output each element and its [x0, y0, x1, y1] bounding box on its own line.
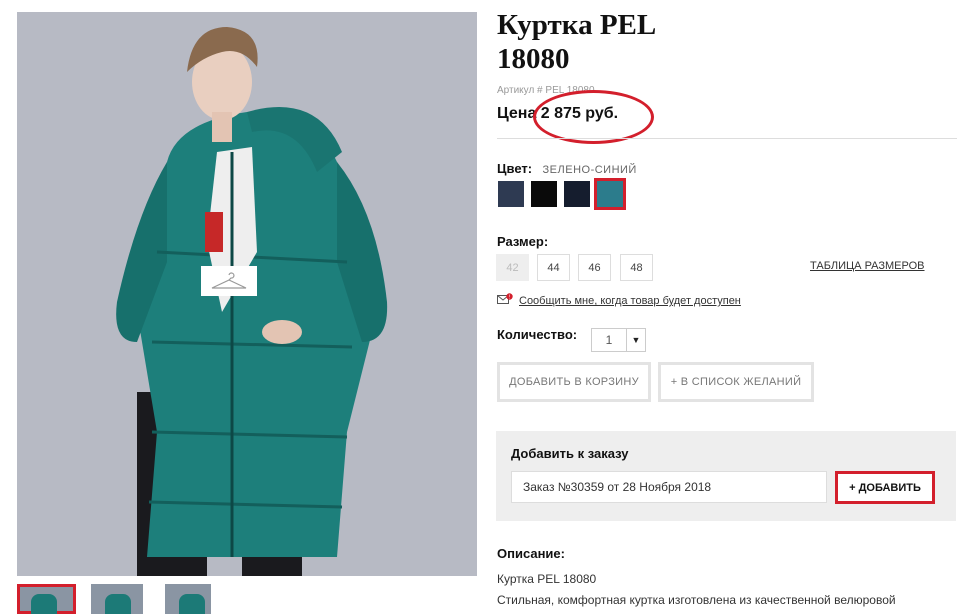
description-label: Описание: — [497, 546, 565, 561]
quantity-select[interactable]: 1 ▼ — [591, 328, 646, 352]
product-title-line2: 18080 — [497, 43, 570, 75]
hanger-icon[interactable] — [201, 266, 257, 296]
color-swatch-1[interactable] — [498, 181, 524, 207]
size-options: 42 44 46 48 — [496, 254, 656, 282]
add-to-order-panel: Добавить к заказу Заказ №30359 от 28 Ноя… — [496, 431, 956, 521]
add-to-order-button[interactable]: + ДОБАВИТЬ — [835, 471, 935, 504]
size-option-44[interactable]: 44 — [537, 254, 570, 281]
svg-text:!: ! — [509, 295, 510, 301]
notify-link[interactable]: Сообщить мне, когда товар будет доступен — [519, 295, 741, 307]
add-to-wishlist-button[interactable]: + В СПИСОК ЖЕЛАНИЙ — [658, 362, 814, 402]
price-highlight-circle — [533, 90, 654, 144]
color-swatch-4[interactable] — [594, 178, 626, 210]
color-swatches — [498, 178, 638, 211]
thumbnail-1[interactable] — [17, 584, 76, 614]
chevron-down-icon: ▼ — [626, 329, 645, 351]
description-line1: Куртка PEL 18080 — [497, 572, 597, 586]
color-swatch-2[interactable] — [531, 181, 557, 207]
thumbnail-3[interactable] — [165, 584, 211, 614]
product-title: Куртка PEL 18080 — [497, 8, 656, 76]
color-selected-name: ЗЕЛЕНО-СИНИЙ — [542, 164, 637, 176]
price-label: Цена — [497, 105, 537, 122]
add-to-cart-button[interactable]: ДОБАВИТЬ В КОРЗИНУ — [497, 362, 651, 402]
mail-alert-icon: ! — [497, 292, 513, 310]
order-select[interactable]: Заказ №30359 от 28 Ноября 2018 — [511, 471, 827, 503]
add-to-order-title: Добавить к заказу — [511, 446, 629, 461]
description-line2: Стильная, комфортная куртка изготовлена … — [497, 593, 896, 607]
product-title-line1: Куртка PEL — [497, 9, 657, 41]
size-option-48[interactable]: 48 — [620, 254, 653, 281]
quantity-value: 1 — [605, 333, 613, 347]
color-swatch-3[interactable] — [564, 181, 590, 207]
size-label: Размер: — [497, 234, 549, 249]
color-label: Цвет: — [497, 161, 533, 176]
size-option-46[interactable]: 46 — [578, 254, 611, 281]
size-option-42: 42 — [496, 254, 529, 281]
divider — [497, 138, 957, 139]
size-table-link[interactable]: ТАБЛИЦА РАЗМЕРОВ — [810, 260, 925, 272]
thumbnail-2[interactable] — [91, 584, 143, 614]
quantity-label: Количество: — [497, 327, 578, 342]
